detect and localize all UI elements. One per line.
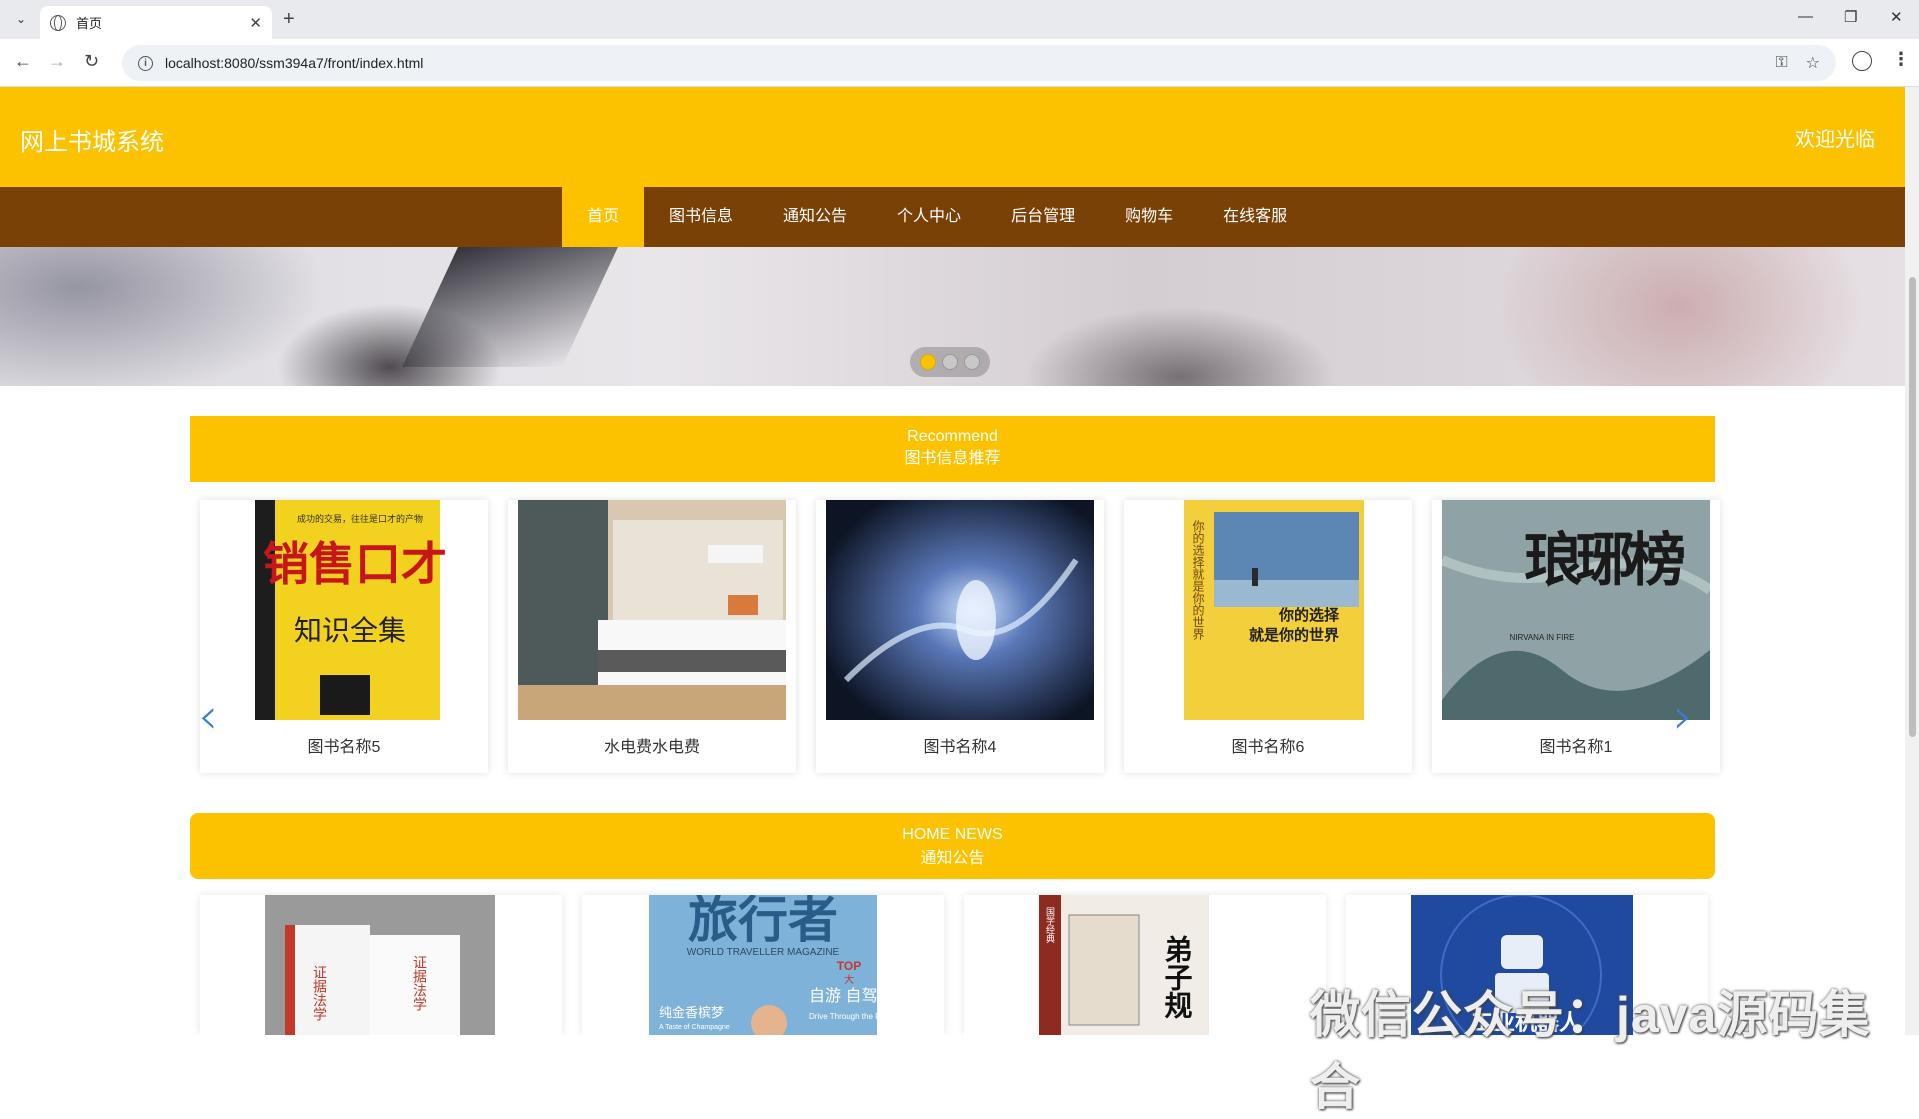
nav-item[interactable]: 首页 xyxy=(562,187,645,247)
book-name[interactable]: 图书名称6 xyxy=(1124,733,1412,757)
tab-list-chevron-icon[interactable]: ⌄ xyxy=(10,8,32,30)
book-card[interactable]: 水电费水电费 xyxy=(508,500,796,773)
book-card[interactable]: 成功的交易，往往是口才的产物 销售口才 知识全集 图书名称5 xyxy=(200,500,488,773)
svg-text:弟子规: 弟子规 xyxy=(1162,935,1193,1019)
carousel-prev-arrow-icon[interactable]: ‹ xyxy=(198,687,218,745)
banner-carousel[interactable] xyxy=(0,247,1905,386)
restore-icon[interactable]: ❐ xyxy=(1844,8,1857,26)
book-cover: 琅琊榜 NIRVANA IN FIRE xyxy=(1442,500,1710,720)
svg-text:WORLD TRAVELLER MAGAZINE: WORLD TRAVELLER MAGAZINE xyxy=(687,947,840,958)
svg-text:成功的交易，往往是口才的产物: 成功的交易，往往是口才的产物 xyxy=(297,513,423,524)
nav-item[interactable]: 后台管理 xyxy=(986,187,1100,247)
close-icon[interactable]: ✕ xyxy=(249,14,262,32)
svg-text:TOP: TOP xyxy=(837,959,861,973)
web-page: 网上书城系统 欢迎光临 首页 图书信息 通知公告 个人中心 后台管理 购物车 在线客服 Re… xyxy=(0,87,1905,1035)
svg-text:证据法学: 证据法学 xyxy=(412,955,428,1011)
news-card[interactable]: 弟子规 国学经典 xyxy=(964,895,1326,1035)
reload-icon[interactable]: ↻ xyxy=(84,51,99,72)
window-close-icon[interactable]: ✕ xyxy=(1890,8,1903,26)
svg-text:大: 大 xyxy=(844,973,854,986)
carousel-dot[interactable] xyxy=(920,354,936,370)
tab-title: 首页 xyxy=(76,16,103,31)
browser-tab[interactable]: 首页 ✕ xyxy=(40,6,272,39)
book-cover: 你的选择 就是你的世界 你的选择就是你的世界 xyxy=(1134,500,1402,720)
svg-text:自游 自驾: 自游 自驾 xyxy=(809,987,877,1005)
back-arrow-icon[interactable]: ← xyxy=(14,51,32,72)
carousel-dot[interactable] xyxy=(964,354,980,370)
svg-text:NIRVANA IN FIRE: NIRVANA IN FIRE xyxy=(1509,633,1574,642)
minimize-icon[interactable]: — xyxy=(1798,8,1813,25)
carousel-dot[interactable] xyxy=(942,354,958,370)
nav-item[interactable]: 通知公告 xyxy=(758,187,872,247)
svg-text:知识全集: 知识全集 xyxy=(294,615,406,646)
news-cover: 旅行者 WORLD TRAVELLER MAGAZINE TOP 大 自游 自驾… xyxy=(649,895,877,1035)
forward-arrow-icon[interactable]: → xyxy=(48,51,66,72)
site-header: 网上书城系统 欢迎光临 xyxy=(0,87,1905,187)
password-key-icon[interactable]: ⚿ xyxy=(1775,54,1787,72)
recommend-title-cn: 图书信息推荐 xyxy=(904,450,1001,467)
svg-text:销售口才: 销售口才 xyxy=(263,538,447,590)
url-text: localhost:8080/ssm394a7/front/index.html xyxy=(165,55,424,71)
book-card[interactable]: 图书名称4 xyxy=(816,500,1104,773)
recommend-title-en: Recommend xyxy=(907,428,998,445)
svg-text:你的选择: 你的选择 xyxy=(1278,606,1340,624)
scrollbar-thumb[interactable] xyxy=(1909,277,1916,737)
svg-text:旅行者: 旅行者 xyxy=(688,895,838,948)
news-title-cn: 通知公告 xyxy=(920,850,985,867)
globe-icon xyxy=(50,14,66,31)
news-cover: 弟子规 国学经典 xyxy=(1039,895,1209,1035)
browser-menu-icon[interactable]: ⋮ xyxy=(1892,49,1910,70)
nav-item[interactable]: 购物车 xyxy=(1100,187,1198,247)
svg-text:Drive Through the Free World: Drive Through the Free World xyxy=(809,1012,877,1021)
carousel-next-arrow-icon[interactable]: › xyxy=(1673,687,1693,745)
browser-tab-bar: ⌄ 首页 ✕ + — ❐ ✕ xyxy=(0,0,1919,39)
news-cover: 证据法学 证据法学 xyxy=(265,895,495,1035)
svg-text:纯金香槟梦: 纯金香槟梦 xyxy=(659,1005,724,1020)
site-title: 网上书城系统 xyxy=(20,129,164,156)
news-title-en: HOME NEWS xyxy=(902,826,1003,843)
svg-text:就是你的世界: 就是你的世界 xyxy=(1249,626,1339,644)
address-bar: ← → ↻ i localhost:8080/ssm394a7/front/in… xyxy=(0,39,1919,87)
carousel-indicator xyxy=(910,347,990,377)
recommend-section-header: Recommend 图书信息推荐 xyxy=(190,416,1715,482)
svg-text:你的选择就是你的世界: 你的选择就是你的世界 xyxy=(1191,520,1205,641)
main-nav: 首页 图书信息 通知公告 个人中心 后台管理 购物车 在线客服 xyxy=(0,187,1905,247)
bookmark-star-icon[interactable]: ☆ xyxy=(1806,53,1820,73)
url-field[interactable]: i localhost:8080/ssm394a7/front/index.ht… xyxy=(122,45,1836,81)
welcome-text: 欢迎光临 xyxy=(1795,129,1875,151)
book-card[interactable]: 你的选择 就是你的世界 你的选择就是你的世界 图书名称6 xyxy=(1124,500,1412,773)
book-carousel: 成功的交易，往往是口才的产物 销售口才 知识全集 图书名称5 水电费水电费 图书… xyxy=(190,500,1720,773)
news-card[interactable]: 证据法学 证据法学 xyxy=(200,895,562,1035)
nav-item[interactable]: 在线客服 xyxy=(1198,187,1312,247)
profile-icon[interactable] xyxy=(1852,51,1872,71)
book-cover xyxy=(826,500,1094,720)
svg-text:证据法学: 证据法学 xyxy=(312,965,328,1021)
page-scrollbar[interactable] xyxy=(1905,87,1919,1035)
svg-text:琅琊榜: 琅琊榜 xyxy=(1524,528,1684,593)
nav-item[interactable]: 图书信息 xyxy=(644,187,758,247)
watermark-text: 微信公众号：java源码集合 xyxy=(1310,987,1871,1115)
new-tab-plus-icon[interactable]: + xyxy=(283,8,295,31)
news-section-header: HOME NEWS 通知公告 xyxy=(190,813,1715,879)
svg-text:A Taste of Champagne: A Taste of Champagne xyxy=(659,1024,730,1031)
book-cover xyxy=(518,500,786,720)
book-name[interactable]: 水电费水电费 xyxy=(508,733,796,757)
book-cover: 成功的交易，往往是口才的产物 销售口才 知识全集 xyxy=(210,500,478,720)
news-card[interactable]: 旅行者 WORLD TRAVELLER MAGAZINE TOP 大 自游 自驾… xyxy=(582,895,944,1035)
svg-text:国学经典: 国学经典 xyxy=(1045,907,1055,944)
book-name[interactable]: 图书名称5 xyxy=(200,733,488,757)
banner-image-detail xyxy=(402,247,618,367)
nav-item[interactable]: 个人中心 xyxy=(872,187,986,247)
book-name[interactable]: 图书名称4 xyxy=(816,733,1104,757)
site-info-icon[interactable]: i xyxy=(138,55,153,71)
